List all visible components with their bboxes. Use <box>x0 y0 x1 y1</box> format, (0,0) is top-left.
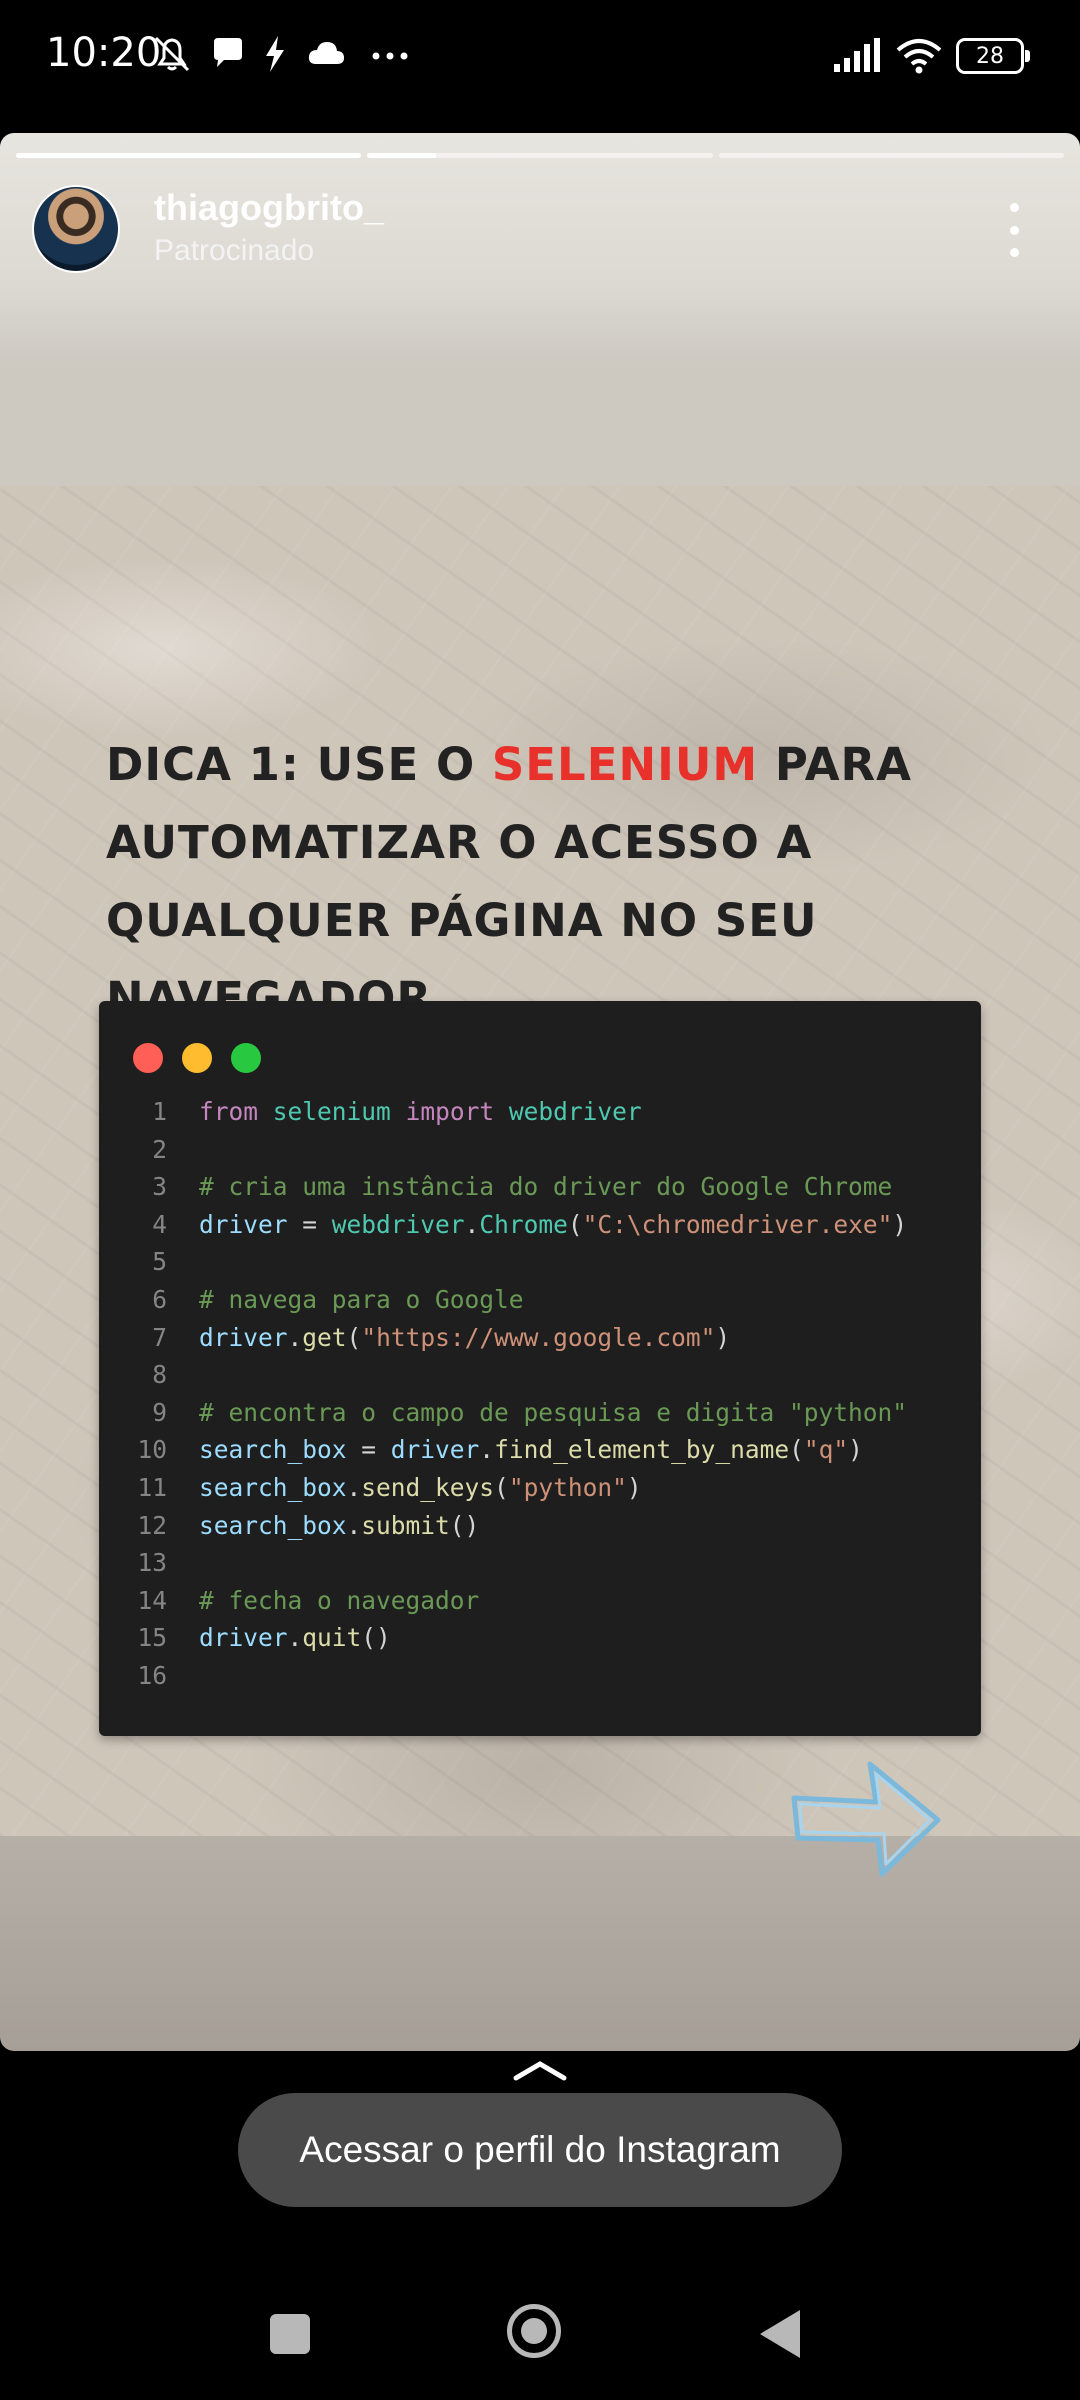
code-line: 7 driver.get("https://www.google.com") <box>133 1319 961 1357</box>
line-number: 9 <box>152 1397 167 1427</box>
recent-apps-icon[interactable] <box>270 2314 310 2354</box>
headline-highlight: Selenium <box>491 738 759 791</box>
sponsored-label: Patrocinado <box>154 234 315 267</box>
code-line: 15 driver.quit() <box>133 1619 961 1657</box>
progress-segment <box>16 153 362 158</box>
chat-bubble-icon <box>214 38 242 67</box>
line-number: 2 <box>152 1134 167 1164</box>
profile-username[interactable]: thiagogbrito_ <box>154 187 384 229</box>
code-line: 1 from selenium import webdriver <box>133 1093 961 1131</box>
line-number: 3 <box>152 1172 167 1202</box>
code-line: 4 driver = webdriver.Chrome("C:\chromedri… <box>133 1206 961 1244</box>
code-text: driver.get("https://www.google.com") <box>199 1322 731 1352</box>
system-nav-bar <box>0 2270 1080 2400</box>
code-line: 2 <box>133 1131 961 1169</box>
maximize-dot-icon <box>231 1043 261 1073</box>
code-text: from selenium import webdriver <box>199 1097 642 1126</box>
progress-segment <box>718 153 1064 158</box>
code-line: 10 search_box = driver.find_element_by_na… <box>133 1431 961 1469</box>
visit-profile-button[interactable]: Acessar o perfil do Instagram <box>238 2093 842 2207</box>
line-number: 12 <box>137 1510 167 1540</box>
line-number: 7 <box>152 1322 167 1352</box>
line-number: 10 <box>137 1435 167 1465</box>
code-line: 12 search_box.submit() <box>133 1507 961 1545</box>
code-text: driver = webdriver.Chrome("C:\chromedriv… <box>199 1209 908 1239</box>
minimize-dot-icon <box>182 1043 212 1073</box>
profile-avatar[interactable] <box>32 185 120 273</box>
back-icon[interactable] <box>760 2310 800 2358</box>
chevron-up-icon[interactable] <box>510 2058 570 2082</box>
line-number: 8 <box>152 1360 167 1390</box>
story-card[interactable]: thiagogbrito_ Patrocinado Dica 1: use o … <box>0 133 1080 2051</box>
more-notifications-icon <box>372 52 408 60</box>
code-text: search_box = driver.find_element_by_name… <box>199 1435 863 1465</box>
close-dot-icon <box>133 1043 163 1073</box>
line-number: 13 <box>137 1548 167 1578</box>
code-line: 6 # navega para o Google <box>133 1281 961 1319</box>
mute-notifications-icon <box>154 36 190 72</box>
code-line: 3 # cria uma instância do driver do Googl… <box>133 1168 961 1206</box>
headline-part1: Dica 1: use o <box>106 738 492 791</box>
cloud-icon <box>308 42 344 64</box>
more-options-icon[interactable] <box>996 203 1032 257</box>
charging-bolt-icon <box>266 36 284 72</box>
code-text: # encontra o campo de pesquisa e digita … <box>199 1397 908 1427</box>
line-number: 16 <box>137 1660 167 1690</box>
code-text: search_box.submit() <box>199 1510 480 1540</box>
signal-icon <box>834 38 880 72</box>
code-line: 14 # fecha o navegador <box>133 1582 961 1620</box>
story-progress <box>16 153 1064 158</box>
line-number: 4 <box>152 1209 167 1239</box>
code-line: 13 <box>133 1544 961 1582</box>
line-number: 15 <box>137 1623 167 1653</box>
code-line: 8 <box>133 1356 961 1394</box>
battery-indicator: 28 <box>956 38 1030 74</box>
battery-level: 28 <box>976 43 1004 69</box>
code-line: 11 search_box.send_keys("python") <box>133 1469 961 1507</box>
code-text: # cria uma instância do driver do Google… <box>199 1172 893 1202</box>
home-icon[interactable] <box>507 2304 561 2358</box>
hand-drawn-arrow-icon <box>791 1761 941 1877</box>
window-controls <box>133 1043 261 1073</box>
code-line: 9 # encontra o campo de pesquisa e digita… <box>133 1394 961 1432</box>
status-bar: 10:20 28 <box>0 0 1080 120</box>
post-headline: Dica 1: use o Selenium para automatizar … <box>106 726 1006 1038</box>
line-number: 5 <box>152 1247 167 1277</box>
status-time: 10:20 <box>46 30 162 76</box>
code-line: 5 <box>133 1243 961 1281</box>
code-line: 16 <box>133 1657 961 1695</box>
progress-segment <box>367 153 713 158</box>
code-text: search_box.send_keys("python") <box>199 1472 642 1502</box>
code-text: driver.quit() <box>199 1623 391 1653</box>
story-media: Dica 1: use o Selenium para automatizar … <box>0 486 1080 1877</box>
line-number: 11 <box>137 1472 167 1502</box>
code-lines: 1 from selenium import webdriver 2 3 # cria … <box>133 1093 961 1695</box>
code-text: # fecha o navegador <box>199 1585 480 1615</box>
line-number: 1 <box>152 1097 167 1126</box>
code-window: 1 from selenium import webdriver 2 3 # cria … <box>99 1001 981 1736</box>
code-text: # navega para o Google <box>199 1284 524 1314</box>
line-number: 6 <box>152 1284 167 1314</box>
line-number: 14 <box>137 1585 167 1615</box>
wifi-icon <box>896 39 942 74</box>
